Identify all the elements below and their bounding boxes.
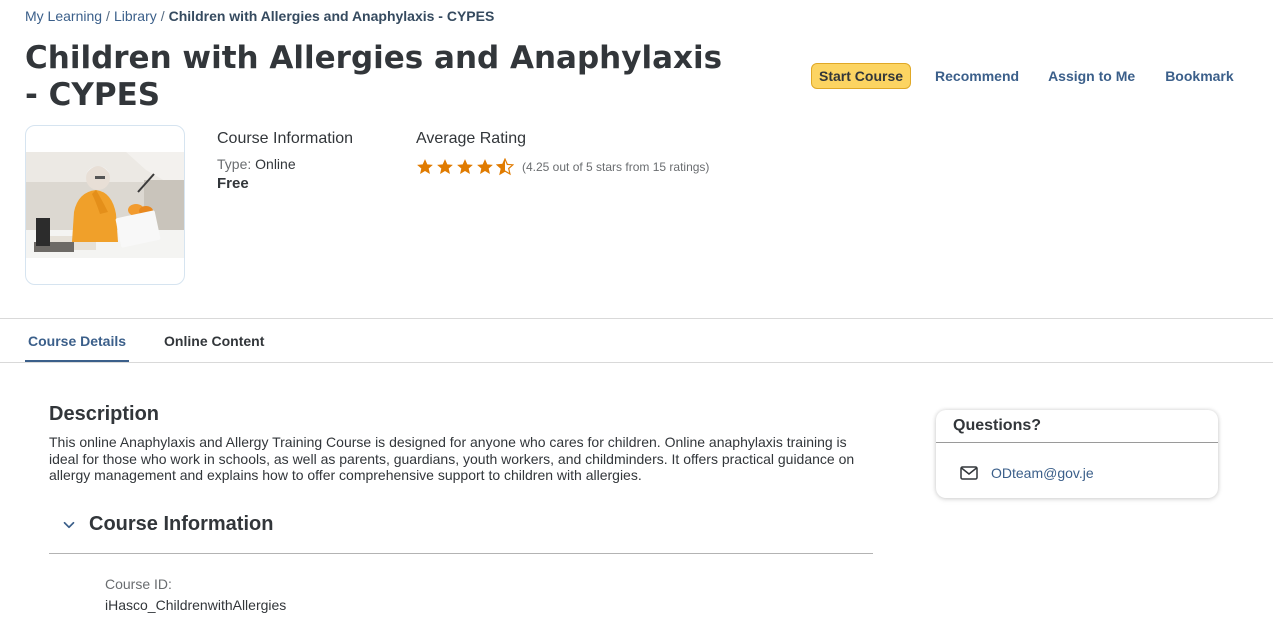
star-full-icon <box>477 159 493 174</box>
thumbnail-illustration <box>26 152 184 258</box>
course-information-heading: Course Information <box>217 130 354 147</box>
tabs-divider <box>0 362 1273 363</box>
course-id-label: Course ID: <box>105 576 172 592</box>
questions-divider <box>936 442 1218 443</box>
breadcrumb: My Learning / Library / Children with Allerg… <box>25 8 494 24</box>
tab-bar: Course Details Online Content <box>25 319 299 363</box>
tab-online-content[interactable]: Online Content <box>161 319 267 363</box>
course-id-value: iHasco_ChildrenwithAllergies <box>105 597 287 613</box>
course-type: Type: Online <box>217 156 353 172</box>
course-thumbnail-image <box>26 152 184 258</box>
section-divider <box>49 553 873 554</box>
action-bar: Start Course Recommend Assign to Me Book… <box>811 63 1242 89</box>
breadcrumb-separator: / <box>106 8 110 24</box>
average-rating-heading: Average Rating <box>416 130 526 147</box>
assign-to-me-button[interactable]: Assign to Me <box>1048 68 1143 84</box>
star-half-icon <box>496 158 514 176</box>
star-rating: (4.25 out of 5 stars from 15 ratings) <box>416 158 709 176</box>
contact-email-row: ODteam@gov.je <box>960 465 1094 481</box>
course-information-summary: Course Information Type: Online Free <box>217 130 353 192</box>
bookmark-button[interactable]: Bookmark <box>1165 68 1241 84</box>
course-thumbnail-card <box>25 125 185 285</box>
breadcrumb-separator: / <box>160 8 165 24</box>
course-type-value: Online <box>255 156 296 172</box>
start-course-button[interactable]: Start Course <box>811 63 912 89</box>
breadcrumb-current: Children with Allergies and Anaphylaxis … <box>168 8 495 24</box>
average-rating: Average Rating (4.25 out of 5 stars from… <box>416 130 709 176</box>
mail-icon <box>960 466 978 480</box>
course-information-section-title: Course Information <box>89 513 274 535</box>
description-title: Description <box>49 403 160 425</box>
questions-title: Questions? <box>953 417 1042 434</box>
star-full-icon <box>437 159 453 174</box>
breadcrumb-my-learning[interactable]: My Learning <box>25 8 102 24</box>
questions-card: Questions? ODteam@gov.je <box>936 410 1218 498</box>
course-type-label: Type: <box>217 156 252 172</box>
recommend-button[interactable]: Recommend <box>935 68 1027 84</box>
description-text: This online Anaphylaxis and Allergy Trai… <box>49 434 855 483</box>
course-price: Free <box>217 175 249 192</box>
contact-email-link[interactable]: ODteam@gov.je <box>991 465 1094 481</box>
tab-course-details[interactable]: Course Details <box>25 319 130 363</box>
rating-summary-text: (4.25 out of 5 stars from 15 ratings) <box>522 160 710 174</box>
chevron-down-icon[interactable] <box>60 516 78 534</box>
breadcrumb-library[interactable]: Library <box>114 8 157 24</box>
star-full-icon <box>457 159 473 174</box>
star-full-icon <box>417 159 433 174</box>
page-title: Children with Allergies and Anaphylaxis … <box>25 40 723 113</box>
course-information-section-header[interactable]: Course Information <box>60 513 273 536</box>
